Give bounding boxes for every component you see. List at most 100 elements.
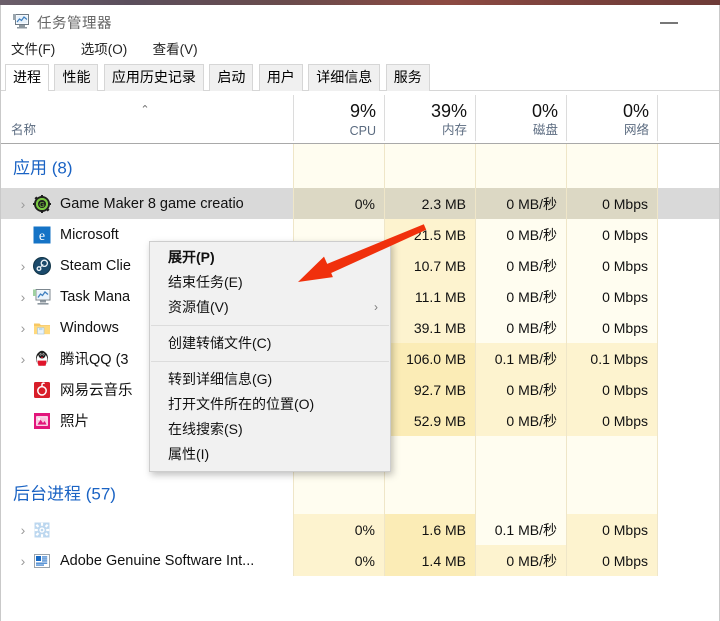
table-row[interactable]: 0% 1.6 MB 0.1 MB/秒 0 Mbps › — [1, 514, 719, 545]
tab-app-history[interactable]: 应用历史记录 — [103, 64, 204, 91]
cell-disk: 0 MB/秒 — [475, 188, 566, 219]
minimize-button[interactable] — [649, 5, 691, 35]
cell-value: 0 MB/秒 — [506, 195, 557, 212]
column-header-disk[interactable]: 0% 磁盘 — [475, 91, 566, 144]
context-menu-item-label: 打开文件所在的位置(O) — [168, 396, 315, 412]
cell-network: 0 Mbps — [566, 514, 657, 545]
cell-value: 0% — [354, 521, 375, 538]
cell-disk: 0 MB/秒 — [475, 219, 566, 250]
column-header-network[interactable]: 0% 网络 — [566, 91, 657, 144]
tab-processes[interactable]: 进程 — [5, 64, 49, 92]
expand-chevron-icon[interactable]: › — [13, 259, 33, 273]
column-header-memory[interactable]: 39% 内存 — [384, 91, 475, 144]
expand-chevron-icon[interactable]: › — [13, 321, 33, 335]
cell-network: 0 Mbps — [566, 374, 657, 405]
group-header-row: 后台进程 (57) — [1, 470, 719, 514]
process-name: 网易云音乐 — [60, 383, 133, 399]
tab-startup[interactable]: 启动 — [209, 64, 254, 91]
cell-empty — [293, 470, 384, 514]
cell-name[interactable]: › Adobe Genuine Software Int... — [1, 545, 293, 576]
cell-cpu: 0% — [293, 545, 384, 576]
cell-empty — [384, 470, 475, 514]
task-manager-window: 任务管理器 文件(F) 选项(O) 查看(V) 进程 性能 应用历史记录 启动 … — [0, 0, 720, 621]
table-row[interactable]: 0% 2.3 MB 0 MB/秒 0 Mbps › G Game Maker 8… — [1, 188, 719, 219]
column-header-cpu[interactable]: 9% CPU — [293, 91, 384, 144]
cell-network: 0 Mbps — [566, 188, 657, 219]
context-menu-item[interactable]: 创建转储文件(C) — [150, 331, 390, 356]
cell-value: 52.9 MB — [413, 412, 466, 429]
context-menu-item-label: 结束任务(E) — [168, 274, 243, 290]
cell-cpu: 0% — [293, 514, 384, 545]
expand-chevron-placeholder: › — [13, 414, 33, 428]
context-menu-item[interactable]: 展开(P) — [150, 245, 390, 270]
steam-icon — [33, 256, 51, 275]
menu-options[interactable]: 选项(O) — [81, 38, 137, 58]
gamemaker-icon: G — [33, 194, 51, 213]
cell-value: 0% — [354, 195, 375, 212]
tab-services[interactable]: 服务 — [385, 64, 430, 91]
context-menu-item[interactable]: 在线搜索(S) — [150, 417, 390, 442]
process-name: Task Mana — [60, 288, 131, 305]
cell-value: 0.1 MB/秒 — [494, 350, 557, 367]
cell-value: 0 Mbps — [602, 381, 648, 398]
cell-value: 0% — [354, 552, 375, 569]
cell-value: 0 Mbps — [602, 552, 648, 569]
expand-chevron-icon[interactable]: › — [13, 554, 33, 568]
svg-text:e: e — [39, 229, 45, 244]
menu-view[interactable]: 查看(V) — [153, 38, 207, 58]
expand-chevron-icon[interactable]: › — [13, 352, 33, 366]
cell-value: 2.3 MB — [421, 195, 466, 212]
expand-chevron-icon[interactable]: › — [13, 197, 33, 211]
edge-icon: e — [33, 226, 51, 244]
menu-file[interactable]: 文件(F) — [11, 38, 64, 58]
tab-users[interactable]: 用户 — [258, 64, 303, 91]
cell-memory: 52.9 MB — [384, 405, 475, 436]
cell-disk: 0 MB/秒 — [475, 281, 566, 312]
tab-details[interactable]: 详细信息 — [308, 64, 381, 91]
context-menu-item[interactable]: 打开文件所在的位置(O) — [150, 392, 390, 417]
menu-bar: 文件(F) 选项(O) 查看(V) — [1, 38, 719, 61]
folder-icon — [33, 319, 51, 337]
window-frame: 任务管理器 文件(F) 选项(O) 查看(V) 进程 性能 应用历史记录 启动 … — [0, 5, 720, 621]
cell-memory: 1.6 MB — [384, 514, 475, 545]
cell-network: 0 Mbps — [566, 312, 657, 343]
cell-value: 1.4 MB — [421, 552, 466, 569]
cell-network: 0.1 Mbps — [566, 343, 657, 374]
cell-memory: 106.0 MB — [384, 343, 475, 374]
cell-value: 11.1 MB — [414, 288, 466, 305]
column-header-name[interactable]: 名称 — [1, 91, 293, 144]
tab-strip: 进程 性能 应用历史记录 启动 用户 详细信息 服务 — [1, 64, 719, 92]
tab-performance[interactable]: 性能 — [54, 64, 99, 91]
process-name: Windows — [60, 319, 119, 336]
task-manager-icon — [13, 14, 30, 29]
context-menu-item[interactable]: 属性(I) — [150, 442, 390, 467]
cell-memory: 11.1 MB — [384, 281, 475, 312]
cell-cpu: 0% — [293, 188, 384, 219]
svg-text:G: G — [39, 202, 44, 209]
context-menu-item[interactable]: 转到详细信息(G) — [150, 367, 390, 392]
title-bar: 任务管理器 — [1, 5, 719, 38]
expand-chevron-icon[interactable]: › — [13, 290, 33, 304]
cell-empty — [475, 144, 566, 188]
process-name: Microsoft — [60, 226, 119, 243]
expand-chevron-icon[interactable]: › — [13, 523, 33, 537]
context-menu-item[interactable]: 资源值(V) › — [150, 295, 390, 320]
cell-disk: 0 MB/秒 — [475, 250, 566, 281]
table-row[interactable]: 0% 1.4 MB 0 MB/秒 0 Mbps › Adobe Genuine … — [1, 545, 719, 576]
context-menu-item-label: 属性(I) — [168, 446, 210, 462]
table-header-row: ⌃ 名称 9% CPU 39% 内存 0% 磁盘 0% 网络 — [1, 91, 719, 144]
cell-empty — [384, 436, 475, 470]
photos-icon — [33, 412, 51, 430]
header-divider[interactable] — [657, 95, 658, 141]
cell-disk: 0.1 MB/秒 — [475, 514, 566, 545]
netease-icon — [33, 381, 51, 399]
cell-network: 0 Mbps — [566, 281, 657, 312]
adobe-icon — [33, 552, 51, 570]
process-name: 腾讯QQ (3 — [60, 352, 129, 368]
context-menu-separator — [151, 325, 389, 326]
context-menu-item[interactable]: 结束任务(E) — [150, 270, 390, 295]
cell-name[interactable]: › G Game Maker 8 game creatio — [1, 188, 293, 219]
cell-empty — [566, 144, 657, 188]
cell-name[interactable]: › — [1, 514, 293, 545]
cell-value: 0 MB/秒 — [506, 319, 557, 336]
